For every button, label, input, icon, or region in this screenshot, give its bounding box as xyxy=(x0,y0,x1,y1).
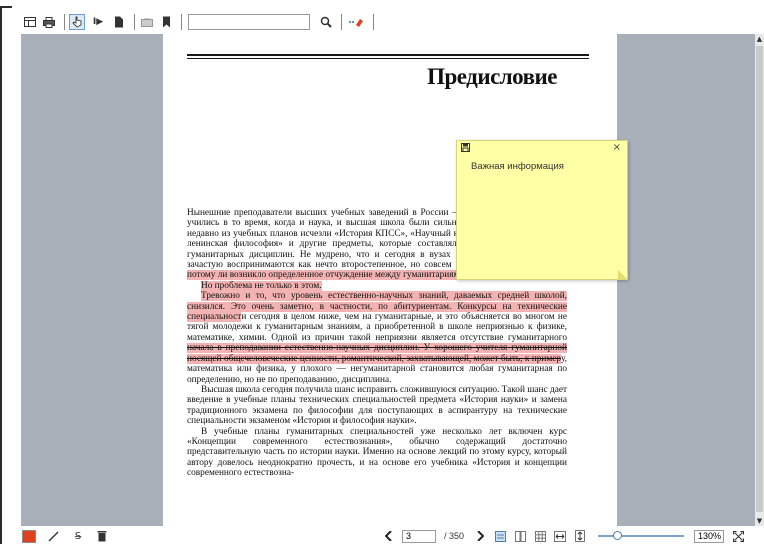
thumbnails-icon[interactable] xyxy=(22,14,38,30)
fit-height-icon[interactable] xyxy=(572,529,588,543)
print-icon[interactable] xyxy=(41,14,57,30)
scroll-up-icon[interactable]: ▲ xyxy=(755,34,764,44)
two-page-icon[interactable] xyxy=(512,529,528,543)
heading-rule-thin xyxy=(187,58,589,59)
page-heading: Предисловие xyxy=(427,64,557,89)
text-select-icon[interactable]: I▶ xyxy=(88,14,108,30)
page-number-input[interactable] xyxy=(402,529,436,543)
toolbar-separator xyxy=(181,14,182,30)
window-border xyxy=(0,6,2,544)
close-icon[interactable]: × xyxy=(613,142,621,153)
top-toolbar: I▶ xyxy=(22,12,764,32)
scrollbar-thumb[interactable] xyxy=(756,46,763,512)
document-paragraph[interactable]: Но проблема не только в этом. xyxy=(187,280,567,291)
toolbar-separator xyxy=(341,14,342,30)
bottom-toolbar: S̶ / 350 xyxy=(22,528,764,544)
search-input[interactable] xyxy=(188,14,310,30)
document-page: Предисловие Нынешние преподаватели высши… xyxy=(163,34,617,526)
fit-width-icon[interactable] xyxy=(552,529,568,543)
page-total-label: / 350 xyxy=(444,531,465,541)
pdf-viewer-window: I▶ Предисловие Нынешние преподаватели вы… xyxy=(0,0,764,544)
text-segment[interactable]: В учебные планы гуманитарных специальнос… xyxy=(187,427,567,479)
search-icon[interactable] xyxy=(318,14,334,30)
window-border-top xyxy=(0,6,12,8)
text-segment[interactable]: и сегодня в целом ниже, чем на гуманитар… xyxy=(187,312,567,343)
color-picker-icon[interactable] xyxy=(22,529,36,543)
prev-page-icon[interactable] xyxy=(380,529,396,543)
delete-icon[interactable] xyxy=(94,529,110,543)
grid-view-icon[interactable] xyxy=(532,529,548,543)
heading-rule xyxy=(187,54,589,56)
text-segment[interactable]: Высшая школа сегодня получила шанс испра… xyxy=(187,385,567,426)
save-icon[interactable] xyxy=(461,143,470,155)
pen-icon[interactable] xyxy=(46,529,62,543)
fullscreen-icon[interactable] xyxy=(730,529,746,543)
document-paragraph[interactable]: Тревожно и то, что уровень естественно-н… xyxy=(187,291,567,385)
document-paragraph[interactable]: В учебные планы гуманитарных специальнос… xyxy=(187,427,567,479)
annotated-text[interactable]: Но проблема не только в этом. xyxy=(201,280,322,291)
next-page-icon[interactable] xyxy=(472,529,488,543)
sticky-note[interactable]: × Важная информация xyxy=(456,140,628,280)
document-icon[interactable] xyxy=(111,14,127,30)
zoom-level-input[interactable] xyxy=(694,529,725,543)
toolbar-separator xyxy=(64,14,65,30)
annotation-icon[interactable] xyxy=(139,14,155,30)
annotated-text[interactable]: начала в преподавании естественно-научны… xyxy=(187,343,567,364)
zoom-slider[interactable] xyxy=(598,531,685,540)
select-tool-icon[interactable] xyxy=(69,14,85,30)
zoom-slider-handle[interactable] xyxy=(613,531,623,540)
sticky-note-text[interactable]: Важная информация xyxy=(471,161,564,172)
single-page-icon[interactable] xyxy=(492,529,508,543)
strikethrough-icon[interactable]: S̶ xyxy=(70,529,86,543)
toolbar-separator xyxy=(373,14,374,30)
sticky-note-header: × xyxy=(457,141,627,155)
vertical-scrollbar[interactable]: ▲ ▼ xyxy=(755,34,764,526)
bookmark-icon[interactable] xyxy=(158,14,174,30)
document-viewport[interactable]: Предисловие Нынешние преподаватели высши… xyxy=(21,34,755,526)
toolbar-separator xyxy=(134,14,135,30)
scroll-down-icon[interactable]: ▼ xyxy=(755,516,764,526)
sticky-note-fold xyxy=(618,270,628,280)
highlight-icon[interactable] xyxy=(346,14,366,30)
document-paragraph[interactable]: Высшая школа сегодня получила шанс испра… xyxy=(187,385,567,427)
